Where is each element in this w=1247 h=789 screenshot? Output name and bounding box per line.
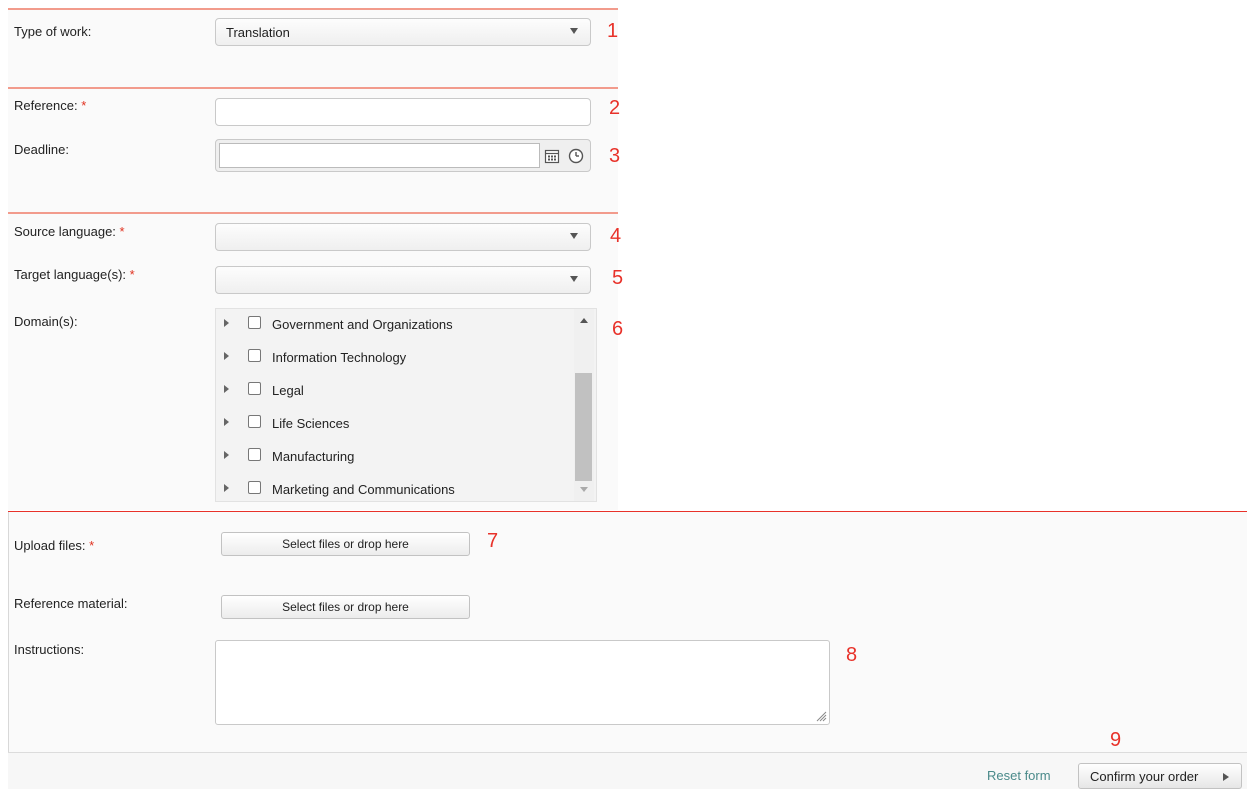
expand-triangle-icon[interactable] bbox=[224, 385, 229, 393]
deadline-input[interactable] bbox=[219, 143, 540, 168]
domain-item-label: Legal bbox=[272, 383, 304, 398]
dropdown-arrow-icon bbox=[570, 276, 578, 282]
footer-bar bbox=[8, 753, 1247, 789]
dropdown-arrow-icon bbox=[570, 233, 578, 239]
expand-triangle-icon[interactable] bbox=[224, 319, 229, 327]
domain-checkbox[interactable] bbox=[248, 316, 261, 329]
confirm-order-label: Confirm your order bbox=[1090, 769, 1199, 784]
domain-item[interactable]: Life Sciences bbox=[216, 410, 576, 440]
domain-item[interactable]: Information Technology bbox=[216, 344, 576, 374]
domain-checkbox[interactable] bbox=[248, 481, 261, 494]
play-arrow-icon bbox=[1223, 773, 1229, 781]
domains-label: Domain(s): bbox=[14, 314, 78, 329]
annotation-number: 4 bbox=[610, 225, 622, 247]
reference-input[interactable] bbox=[215, 98, 591, 126]
domain-item[interactable]: Government and Organizations bbox=[216, 311, 576, 341]
annotation-number: 9 bbox=[1110, 729, 1122, 751]
domain-item-label: Life Sciences bbox=[272, 416, 350, 431]
required-marker: * bbox=[119, 224, 125, 239]
expand-triangle-icon[interactable] bbox=[224, 484, 229, 492]
instructions-label: Instructions: bbox=[14, 642, 85, 657]
scroll-up-arrow-icon[interactable] bbox=[580, 318, 588, 323]
annotation-number: 5 bbox=[612, 267, 624, 289]
source-language-select[interactable] bbox=[215, 223, 591, 251]
reference-label: Reference: * bbox=[14, 98, 87, 113]
domain-checkbox[interactable] bbox=[248, 382, 261, 395]
upload-files-label: Upload files: * bbox=[14, 538, 95, 553]
domain-item[interactable]: Legal bbox=[216, 377, 576, 407]
domain-item-label: Manufacturing bbox=[272, 449, 355, 464]
annotation-number: 3 bbox=[609, 145, 621, 167]
domain-item[interactable]: Manufacturing bbox=[216, 443, 576, 473]
type-of-work-label: Type of work: bbox=[14, 24, 92, 39]
section-border-left bbox=[8, 512, 9, 789]
upload-files-button[interactable]: Select files or drop here bbox=[221, 532, 470, 556]
target-language-label: Target language(s): * bbox=[14, 267, 135, 282]
required-marker: * bbox=[81, 98, 87, 113]
domain-item-label: Government and Organizations bbox=[272, 317, 453, 332]
deadline-label: Deadline: bbox=[14, 142, 69, 157]
calendar-icon[interactable] bbox=[544, 148, 560, 164]
required-marker: * bbox=[129, 267, 135, 282]
required-marker: * bbox=[89, 538, 95, 553]
scrollbar[interactable] bbox=[574, 309, 594, 501]
reference-material-button[interactable]: Select files or drop here bbox=[221, 595, 470, 619]
domain-checkbox[interactable] bbox=[248, 415, 261, 428]
annotation-number: 8 bbox=[846, 644, 858, 666]
deadline-picker bbox=[215, 139, 591, 172]
domain-item-label: Information Technology bbox=[272, 350, 407, 365]
domains-tree: Government and Organizations Information… bbox=[215, 308, 597, 502]
expand-triangle-icon[interactable] bbox=[224, 451, 229, 459]
reference-material-label: Reference material: bbox=[14, 596, 128, 611]
type-of-work-select[interactable]: Translation bbox=[215, 18, 591, 46]
expand-triangle-icon[interactable] bbox=[224, 418, 229, 426]
clock-icon[interactable] bbox=[568, 148, 584, 164]
scrollbar-thumb[interactable] bbox=[575, 373, 592, 481]
scroll-down-arrow-icon[interactable] bbox=[580, 487, 588, 492]
annotation-number: 1 bbox=[607, 20, 619, 42]
resize-grip-icon[interactable] bbox=[815, 710, 827, 722]
target-language-select[interactable] bbox=[215, 266, 591, 294]
annotation-number: 2 bbox=[609, 97, 621, 119]
source-language-label: Source language: * bbox=[14, 224, 125, 239]
instructions-textarea[interactable] bbox=[215, 640, 830, 725]
type-of-work-value: Translation bbox=[226, 25, 290, 40]
annotation-number: 7 bbox=[487, 530, 499, 552]
expand-triangle-icon[interactable] bbox=[224, 352, 229, 360]
dropdown-arrow-icon bbox=[570, 28, 578, 34]
domain-checkbox[interactable] bbox=[248, 349, 261, 362]
domain-item-label: Marketing and Communications bbox=[272, 482, 455, 497]
domain-checkbox[interactable] bbox=[248, 448, 261, 461]
annotation-number: 6 bbox=[612, 318, 624, 340]
confirm-order-button[interactable]: Confirm your order bbox=[1078, 763, 1242, 789]
domain-item[interactable]: Marketing and Communications bbox=[216, 476, 576, 501]
reset-form-link[interactable]: Reset form bbox=[987, 768, 1051, 783]
